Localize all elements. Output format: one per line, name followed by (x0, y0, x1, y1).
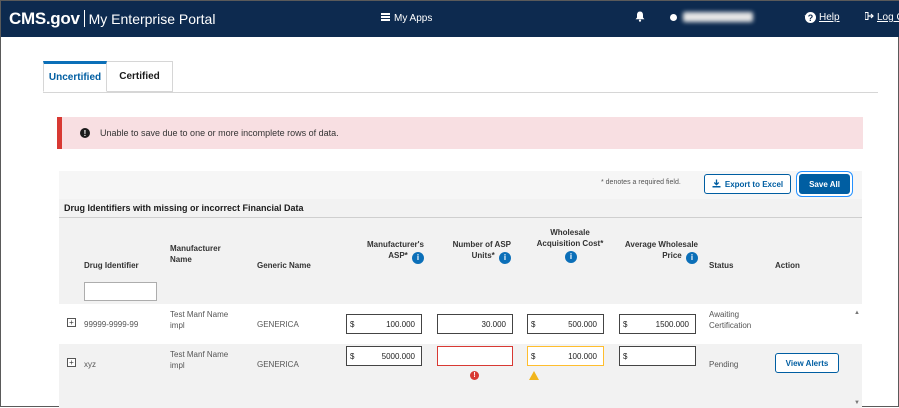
alert-message: Unable to save due to one or more incomp… (100, 128, 339, 138)
currency-prefix: $ (531, 352, 536, 361)
column-header-manufacturer-name: Manufacturer Name (170, 244, 221, 264)
brand-logo[interactable]: CMS.gov My Enterprise Portal (9, 9, 215, 29)
user-avatar-icon (670, 13, 677, 21)
tab-divider (43, 92, 878, 93)
panel-toolbar: * denotes a required field. Export to Ex… (59, 171, 862, 199)
my-apps-label: My Apps (394, 13, 433, 24)
wac-input[interactable]: $ 500.000 (527, 314, 604, 334)
brand-divider (83, 10, 85, 27)
manufacturer-asp-input[interactable]: $ 100.000 (346, 314, 422, 334)
user-menu[interactable]: ▼ (670, 12, 811, 22)
wac-label: Wholesale Acquisition Cost* (536, 228, 604, 248)
status-cell: Awaiting Certification (709, 310, 752, 330)
info-icon[interactable]: i (565, 251, 577, 263)
awp-input[interactable]: $ 1500.000 (619, 314, 696, 334)
table-row: + 99999-9999-99 Test Manf Name impl GENE… (59, 304, 862, 344)
awp-input[interactable]: $ (619, 346, 696, 366)
my-apps-menu[interactable]: My Apps (381, 13, 432, 24)
error-icon: ! (470, 371, 479, 380)
column-header-asp-units: Number of ASP Units* i (449, 239, 511, 264)
wac-input[interactable]: $ 100.000 (527, 346, 604, 366)
help-label: Help (819, 12, 840, 23)
export-to-excel-button[interactable]: Export to Excel (704, 174, 791, 194)
asp-units-input[interactable]: 30.000 (437, 314, 513, 334)
manufacturer-asp-input[interactable]: $ 5000.000 (346, 346, 422, 366)
currency-prefix: $ (623, 352, 628, 361)
financial-data-panel: * denotes a required field. Export to Ex… (59, 171, 862, 408)
manufacturer-name-cell: Test Manf Name impl (170, 350, 229, 370)
column-header-wac: Wholesale Acquisition Cost* i (533, 227, 607, 263)
manufacturer-name-cell: Test Manf Name impl (170, 310, 229, 330)
section-title: Drug Identifiers with missing or incorre… (64, 203, 304, 213)
column-header-drug-identifier: Drug Identifier (84, 261, 139, 270)
drug-identifier-cell: 99999-9999-99 (84, 320, 139, 329)
expand-row-icon[interactable]: + (67, 318, 76, 327)
top-navigation-bar: CMS.gov My Enterprise Portal My Apps ▼ ? … (1, 1, 899, 37)
logout-icon (864, 12, 874, 23)
table-row: + xyz Test Manf Name impl GENERICA $ 500… (59, 344, 862, 384)
warning-icon (529, 371, 539, 380)
expand-row-icon[interactable]: + (67, 358, 76, 367)
scroll-up-icon[interactable]: ▲ (854, 310, 860, 316)
error-alert: ! Unable to save due to one or more inco… (57, 117, 863, 149)
save-all-button[interactable]: Save All (799, 174, 850, 194)
status-cell: Pending (709, 360, 739, 369)
currency-prefix: $ (531, 320, 536, 329)
wac-value: 500.000 (568, 320, 597, 329)
table-scrollbar[interactable]: ▲ ▼ (852, 304, 862, 408)
tab-certified[interactable]: Certified (107, 61, 173, 92)
alert-error-icon: ! (80, 128, 90, 138)
required-field-note: * denotes a required field. (601, 179, 681, 186)
section-divider (59, 217, 862, 218)
wac-value: 100.000 (568, 352, 597, 361)
asp-units-input[interactable] (437, 346, 513, 366)
generic-name-cell: GENERICA (257, 320, 299, 329)
help-link[interactable]: ? Help (805, 12, 840, 23)
column-header-generic-name: Generic Name (257, 261, 311, 270)
logout-label: Log O (877, 12, 899, 23)
download-icon (712, 179, 721, 190)
logout-link[interactable]: Log O (864, 12, 899, 23)
currency-prefix: $ (623, 320, 628, 329)
info-icon[interactable]: i (412, 252, 424, 264)
user-name-redacted (683, 12, 753, 22)
view-alerts-button[interactable]: View Alerts (775, 353, 839, 373)
notification-bell-icon[interactable] (635, 11, 645, 24)
asp-units-value: 30.000 (481, 320, 506, 329)
grid-icon (381, 13, 390, 24)
column-header-awp: Average Wholesale Price i (619, 239, 698, 264)
help-icon: ? (805, 12, 816, 23)
tab-uncertified[interactable]: Uncertified (43, 61, 107, 92)
portal-name: My Enterprise Portal (88, 11, 216, 27)
column-header-status: Status (709, 261, 734, 270)
scroll-down-icon[interactable]: ▼ (854, 400, 860, 406)
brand-name: CMS.gov (9, 9, 80, 28)
generic-name-cell: GENERICA (257, 360, 299, 369)
info-icon[interactable]: i (686, 252, 698, 264)
currency-prefix: $ (350, 320, 355, 329)
certification-tabs: Uncertified Certified (43, 61, 173, 92)
manufacturer-asp-value: 5000.000 (381, 352, 415, 361)
drug-identifier-filter-input[interactable] (84, 282, 157, 301)
currency-prefix: $ (350, 352, 355, 361)
awp-value: 1500.000 (655, 320, 689, 329)
column-header-action: Action (775, 261, 800, 270)
info-icon[interactable]: i (499, 252, 511, 264)
export-label: Export to Excel (724, 179, 784, 189)
column-header-manufacturer-asp: Manufacturer's ASP* i (354, 239, 424, 264)
manufacturer-asp-value: 100.000 (386, 320, 415, 329)
drug-identifier-cell: xyz (84, 360, 96, 369)
